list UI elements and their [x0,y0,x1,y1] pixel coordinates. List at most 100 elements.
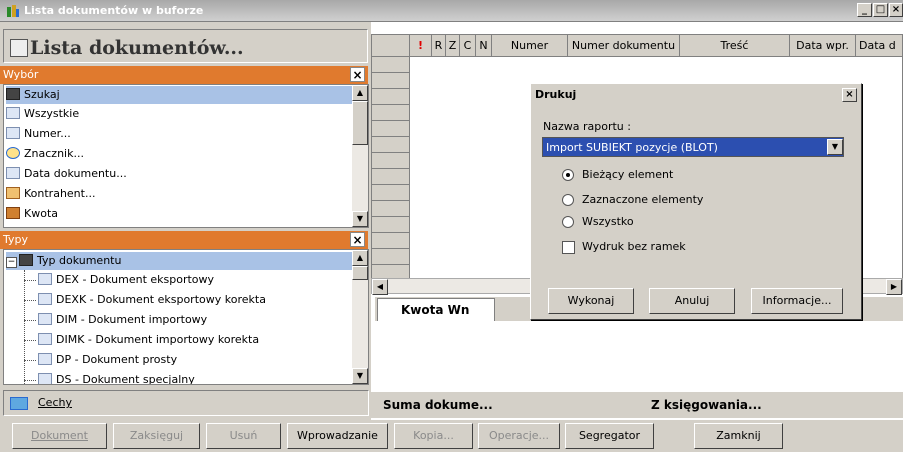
column-header[interactable]: N [476,35,492,57]
scroll-up-icon[interactable]: ▲ [352,85,368,101]
list-item[interactable]: DIMK - Dokument importowy korekta [38,331,259,349]
execute-button[interactable]: Wykonaj [548,288,634,314]
row-header[interactable] [372,169,410,185]
list-icon [38,373,52,384]
typy-tree[interactable]: − Typ dokumentu DEX - Dokument eksportowy… [3,249,369,385]
list-item[interactable]: Kontrahent... [6,185,95,203]
list-item[interactable]: Wszystkie [6,105,79,123]
summary-bar: Suma dokume... Z księgowania... [371,392,903,418]
no-frames-checkbox[interactable] [562,241,575,254]
row-header[interactable] [372,137,410,153]
list-item[interactable]: DP - Dokument prosty [38,351,177,369]
row-header-corner [372,35,410,57]
row-header[interactable] [372,153,410,169]
scroll-right-icon[interactable]: ▶ [886,279,902,295]
minimize-button[interactable]: _ [857,3,872,17]
row-header[interactable] [372,201,410,217]
radio-label: Zaznaczone elementy [582,193,704,206]
wybor-list[interactable]: Szukaj Wszystkie Numer... Znacznik... Da… [3,84,369,228]
tree-connector [24,380,36,381]
column-header[interactable]: Z [446,35,460,57]
wybor-scrollbar[interactable]: ▲ ▼ [352,85,368,227]
collapse-icon[interactable]: − [6,257,17,268]
list-item[interactable]: Data dokumentu... [6,165,127,183]
column-header[interactable]: R [432,35,446,57]
cechy-label: Cechy [38,396,72,409]
report-select[interactable]: Import SUBIEKT pozycje (BLOT) ▼ [542,137,844,157]
column-header[interactable]: Treść [680,35,790,57]
column-header[interactable]: C [460,35,476,57]
row-header[interactable] [372,233,410,249]
list-item[interactable]: Znacznik... [6,145,84,163]
row-header[interactable] [372,89,410,105]
wybor-section-header[interactable]: Wybór × [0,66,368,84]
wybor-label: Wybór [3,68,39,81]
info-button[interactable]: Informacje... [751,288,843,314]
zaksieguj-button[interactable]: Zaksięguj [113,423,200,449]
chevron-down-icon[interactable]: ▼ [827,139,843,155]
typy-section-header[interactable]: Typy × [0,231,368,249]
row-header[interactable] [372,73,410,89]
row-header[interactable] [372,105,410,121]
tree-root[interactable]: − Typ dokumentu [6,252,352,270]
radio-label: Bieżący element [582,168,674,181]
window-titlebar: Lista dokumentów w buforze _ □ × [0,0,903,22]
column-header[interactable]: Data d [856,35,902,57]
typy-scrollbar[interactable]: ▲ ▼ [352,250,368,384]
content-area [371,321,903,391]
document-list-icon [10,39,28,57]
page-title: Lista dokumentów... [30,37,244,59]
list-item[interactable]: Numer... [6,125,71,143]
zamknij-button[interactable]: Zamknij [694,423,783,449]
kopia-button[interactable]: Kopia... [394,423,473,449]
scroll-down-icon[interactable]: ▼ [352,211,368,227]
binoculars-icon [19,254,33,266]
row-header[interactable] [372,217,410,233]
close-typy-icon[interactable]: × [350,232,365,247]
checkbox-label: Wydruk bez ramek [582,240,686,253]
list-item[interactable]: DEXK - Dokument eksportowy korekta [38,291,266,309]
column-header[interactable]: Data wpr. [790,35,856,57]
row-header[interactable] [372,57,410,73]
row-header[interactable] [372,249,410,265]
row-header[interactable] [372,185,410,201]
list-item[interactable]: DS - Dokument specjalny [38,371,195,384]
segregator-button[interactable]: Segregator [565,423,654,449]
radio-label: Wszystko [582,215,634,228]
radio-current-element[interactable] [562,169,574,181]
dokument-button[interactable]: Dokument [12,423,107,449]
dialog-close-button[interactable]: × [842,88,857,102]
column-header[interactable]: ! [410,35,432,57]
radio-selected-elements[interactable] [562,194,574,206]
radio-all[interactable] [562,216,574,228]
list-icon [38,313,52,325]
wprowadzanie-button[interactable]: Wprowadzanie [287,423,388,449]
cancel-button[interactable]: Anuluj [649,288,735,314]
usun-button[interactable]: Usuń [206,423,281,449]
list-icon [38,353,52,365]
scroll-down-icon[interactable]: ▼ [352,368,368,384]
list-item[interactable]: DIM - Dokument importowy [38,311,207,329]
cechy-bar[interactable]: Cechy [3,390,369,416]
row-header[interactable] [372,121,410,137]
scroll-left-icon[interactable]: ◀ [372,279,388,295]
scroll-thumb[interactable] [352,101,368,145]
close-button[interactable]: × [889,3,903,17]
tree-connector [24,300,36,301]
maximize-button[interactable]: □ [873,3,888,17]
operacje-button[interactable]: Operacje... [478,423,560,449]
close-wybor-icon[interactable]: × [350,67,365,82]
list-icon [6,167,20,179]
column-header[interactable]: Numer dokumentu [568,35,680,57]
list-item[interactable]: Szukaj [6,86,352,104]
bottom-toolbar: Dokument Zaksięguj Usuń Wprowadzanie Kop… [0,420,903,452]
scroll-up-icon[interactable]: ▲ [352,250,368,266]
list-icon [38,293,52,305]
column-header[interactable]: Numer [492,35,568,57]
tree-connector [24,280,36,281]
list-item[interactable]: Kwota [6,205,58,219]
suma-label: Suma dokume... [383,398,493,412]
kwota-label: Kwota Wn [401,303,470,317]
scroll-thumb[interactable] [352,266,368,280]
list-item[interactable]: DEX - Dokument eksportowy [38,271,214,289]
